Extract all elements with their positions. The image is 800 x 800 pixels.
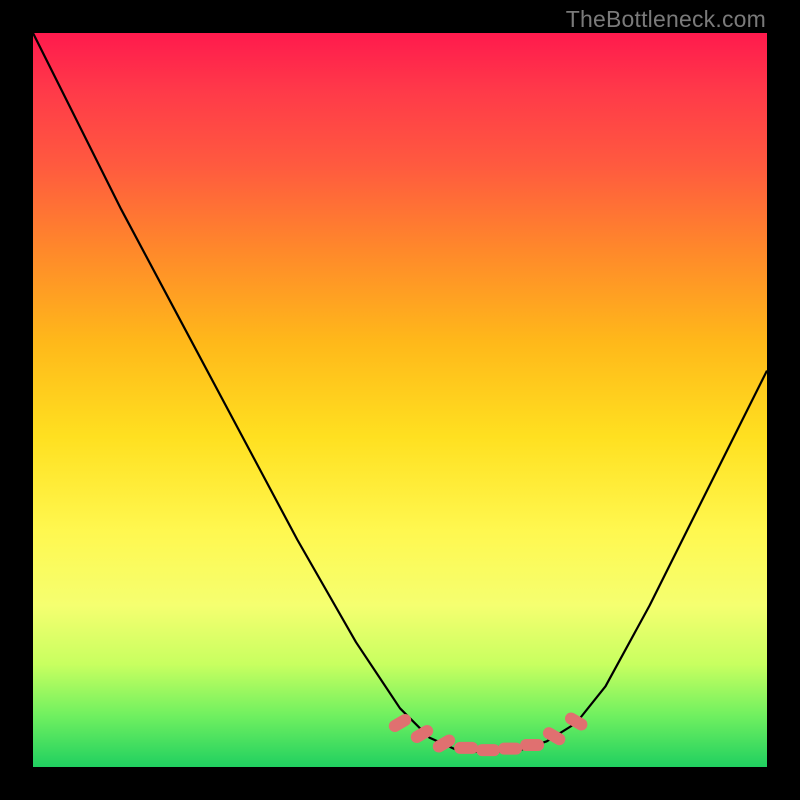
watermark-text: TheBottleneck.com <box>566 6 766 33</box>
trough-markers <box>387 710 590 756</box>
curve-path <box>33 33 767 752</box>
plot-area <box>33 33 767 767</box>
bottleneck-curve-layer <box>33 33 767 767</box>
chart-frame: TheBottleneck.com <box>0 0 800 800</box>
